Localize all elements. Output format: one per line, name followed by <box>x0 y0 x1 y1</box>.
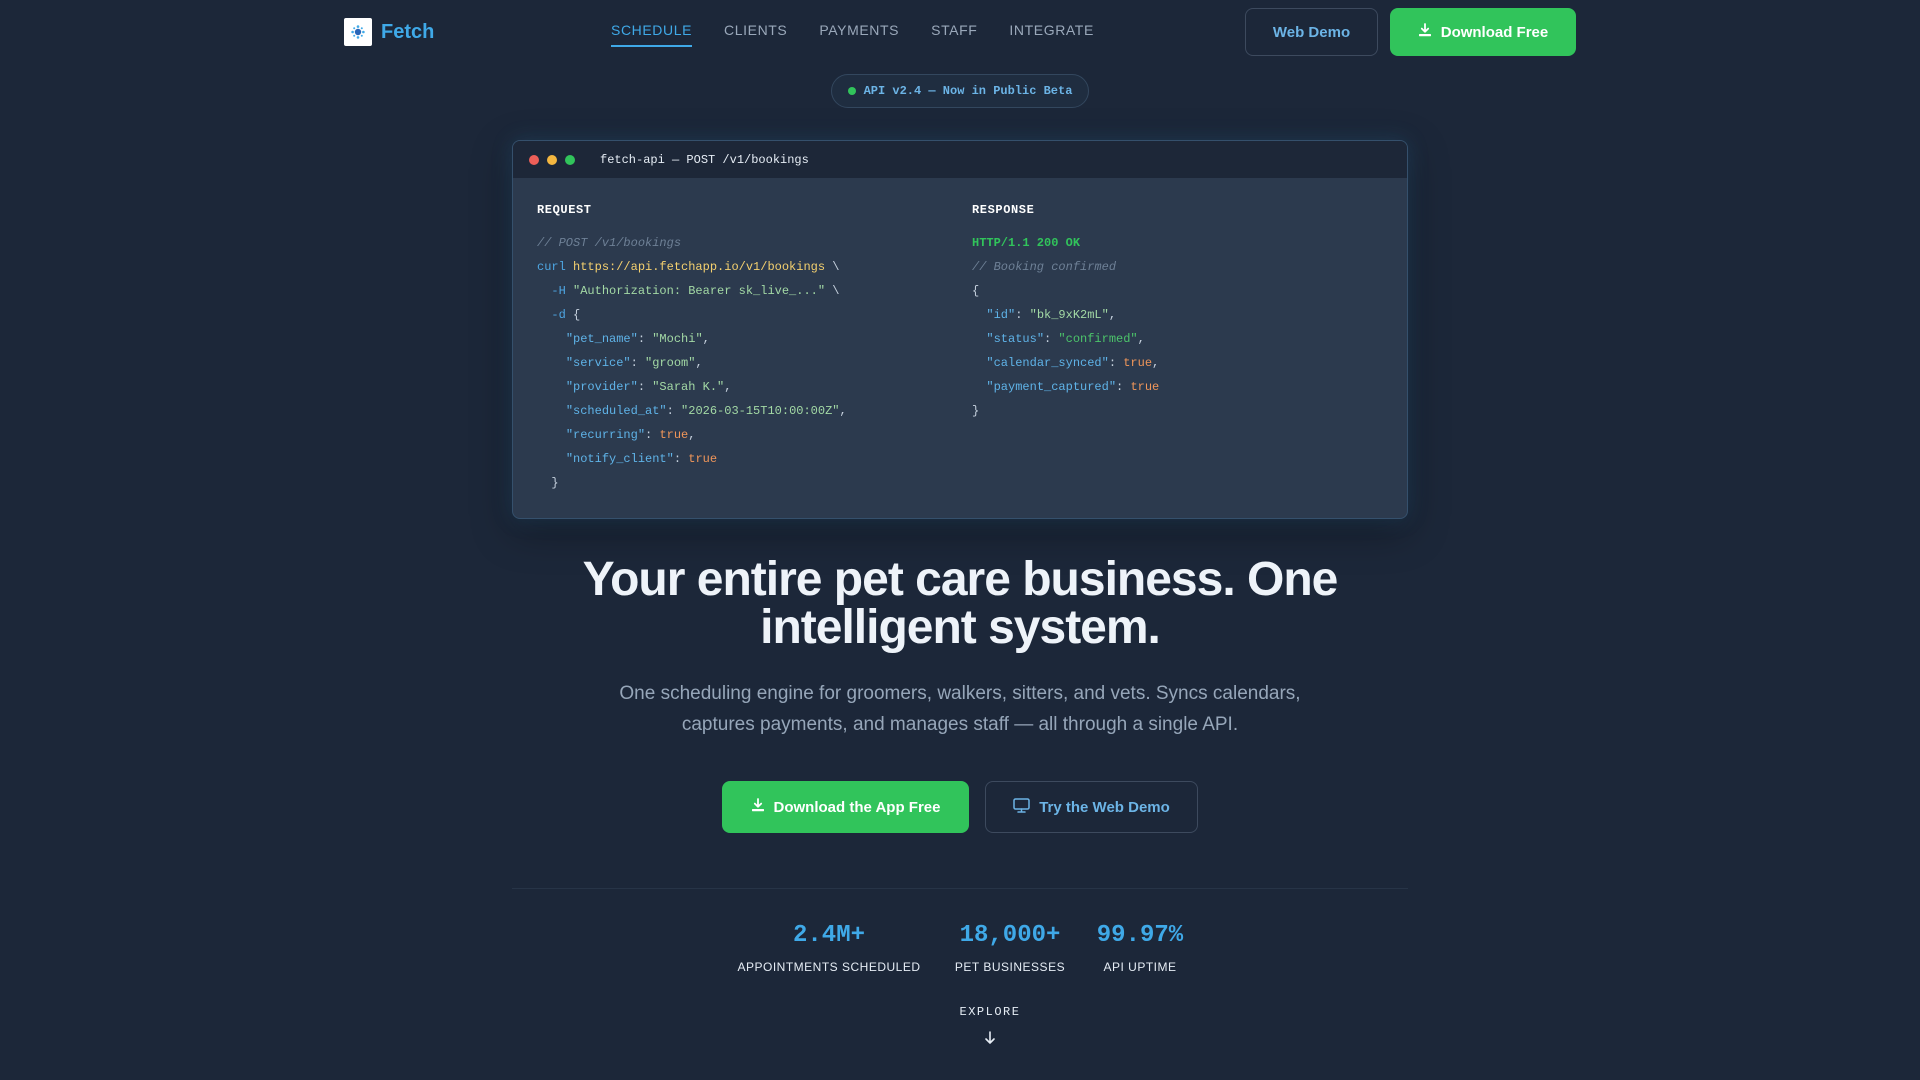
download-app-button[interactable]: Download the App Free <box>722 781 969 833</box>
arrow-down-icon[interactable] <box>980 1028 1000 1048</box>
top-nav: Fetch SCHEDULE CLIENTS PAYMENTS STAFF IN… <box>0 0 1920 64</box>
code-field-value: true <box>659 428 689 442</box>
section-divider <box>512 888 1408 889</box>
code-field-key: "service" <box>565 356 631 370</box>
code-field-value: "bk_9xK2mL" <box>1029 308 1109 322</box>
explore-label[interactable]: EXPLORE <box>910 1005 1070 1019</box>
code-field-key: "id" <box>986 308 1016 322</box>
code-field-value: "Sarah K." <box>652 380 725 394</box>
beta-badge[interactable]: API v2.4 — Now in Public Beta <box>831 74 1089 108</box>
code-field-key: "status" <box>986 332 1045 346</box>
code-field-value: true <box>1123 356 1153 370</box>
code-field-value: true <box>688 452 718 466</box>
nav-link-clients[interactable]: CLIENTS <box>724 22 787 47</box>
code-field-key: "recurring" <box>565 428 646 442</box>
request-fields: "pet_name": "Mochi", "service": "groom",… <box>537 331 847 475</box>
download-free-label: Download Free <box>1440 23 1549 41</box>
request-comment: // POST /v1/bookings <box>537 236 682 250</box>
nav-link-schedule[interactable]: SCHEDULE <box>611 22 693 47</box>
code-field-key: "provider" <box>565 380 638 394</box>
hero-subtitle: One scheduling engine for groomers, walk… <box>619 683 1301 735</box>
beta-badge-text: API v2.4 — Now in Public Beta <box>863 84 1073 98</box>
terminal-title: fetch-api — POST /v1/bookings <box>600 152 809 167</box>
code-line-curl: curl https://api.fetchapp.io/v1/bookings… <box>537 260 840 274</box>
download-icon <box>1418 23 1432 41</box>
terminal-body: REQUEST // POST /v1/bookings curl https:… <box>513 178 1407 518</box>
header-flag: -H <box>551 284 566 298</box>
download-app-label: Download the App Free <box>773 798 941 816</box>
code-field-line: "service": "groom", <box>565 356 703 370</box>
response-fields: "id": "bk_9xK2mL", "status": "confirmed"… <box>972 307 1159 403</box>
response-comment: // Booking confirmed <box>972 260 1117 274</box>
request-column: REQUEST // POST /v1/bookings curl https:… <box>537 203 847 499</box>
minimize-dot-icon <box>547 154 557 165</box>
code-line-data: -d { <box>551 308 581 322</box>
code-field-line: "status": "confirmed", <box>986 332 1145 346</box>
download-icon <box>751 798 765 816</box>
monitor-icon <box>1013 797 1030 817</box>
code-field-value: true <box>1130 380 1160 394</box>
nav-link-payments[interactable]: PAYMENTS <box>819 22 899 47</box>
try-web-demo-label: Try the Web Demo <box>1039 798 1170 816</box>
response-heading: RESPONSE <box>972 203 1035 217</box>
code-field-value: "Mochi" <box>652 332 703 346</box>
code-field-key: "calendar_synced" <box>986 356 1109 370</box>
stat-value: 2.4M+ <box>792 922 865 949</box>
terminal-title-bar: fetch-api — POST /v1/bookings <box>513 141 1407 178</box>
main-nav: SCHEDULE CLIENTS PAYMENTS STAFF INTEGRAT… <box>611 22 1094 47</box>
try-web-demo-button[interactable]: Try the Web Demo <box>985 781 1198 833</box>
header-value: "Authorization: Bearer sk_live_..." <box>573 284 826 298</box>
paw-logo-icon <box>344 18 372 46</box>
close-dot-icon <box>529 154 539 165</box>
code-line-close: } <box>972 404 980 418</box>
status-dot-icon <box>847 87 856 95</box>
code-field-line: "scheduled_at": "2026-03-15T10:00:00Z", <box>565 404 847 418</box>
code-field-line: "pet_name": "Mochi", <box>565 332 710 346</box>
maximize-dot-icon <box>565 154 575 165</box>
stat-label: APPOINTMENTS SCHEDULED <box>737 960 921 974</box>
code-field-line: "calendar_synced": true, <box>986 356 1160 370</box>
code-field-line: "provider": "Sarah K.", <box>565 380 732 394</box>
stat-label: API UPTIME <box>1103 960 1177 974</box>
web-demo-button[interactable]: Web Demo <box>1245 8 1378 56</box>
code-line-close: } <box>537 476 559 490</box>
request-heading: REQUEST <box>537 203 592 217</box>
code-field-key: "payment_captured" <box>986 380 1117 394</box>
code-field-line: "id": "bk_9xK2mL", <box>986 308 1117 322</box>
stat-label: PET BUSINESSES <box>954 960 1066 974</box>
brand-logo[interactable]: Fetch <box>344 18 434 46</box>
brand-name: Fetch <box>381 20 435 43</box>
code-line-open: { <box>972 284 980 298</box>
code-field-line: "recurring": true, <box>565 428 696 442</box>
nav-link-staff[interactable]: STAFF <box>931 22 977 47</box>
code-field-line: "payment_captured": true <box>986 380 1160 394</box>
stat-appointments: 2.4M+ APPOINTMENTS SCHEDULED <box>733 921 925 974</box>
hero-title: Your entire pet care business. One intel… <box>582 553 1339 654</box>
nav-link-integrate[interactable]: INTEGRATE <box>1009 22 1093 47</box>
code-field-line: "notify_client": true <box>565 452 718 466</box>
data-flag: -d <box>551 308 566 322</box>
code-field-key: "pet_name" <box>565 332 638 346</box>
code-field-value: "2026-03-15T10:00:00Z" <box>681 404 840 418</box>
stat-uptime: 99.97% API UPTIME <box>1094 921 1186 974</box>
response-column: RESPONSE HTTP/1.1 200 OK // Booking conf… <box>972 203 1159 427</box>
download-free-button[interactable]: Download Free <box>1390 8 1576 56</box>
stat-value: 18,000+ <box>959 922 1061 949</box>
request-url: https://api.fetchapp.io/v1/bookings <box>573 260 826 274</box>
response-status-line: HTTP/1.1 200 OK <box>972 236 1081 250</box>
code-field-key: "notify_client" <box>565 452 674 466</box>
code-field-value: "groom" <box>645 356 696 370</box>
curl-command: curl <box>537 260 566 274</box>
code-field-value: "confirmed" <box>1058 332 1138 346</box>
api-terminal: fetch-api — POST /v1/bookings REQUEST //… <box>512 140 1408 519</box>
stat-businesses: 18,000+ PET BUSINESSES <box>945 921 1075 974</box>
code-field-key: "scheduled_at" <box>565 404 667 418</box>
code-line-header: -H "Authorization: Bearer sk_live_..." \ <box>551 284 840 298</box>
stat-value: 99.97% <box>1096 922 1184 949</box>
